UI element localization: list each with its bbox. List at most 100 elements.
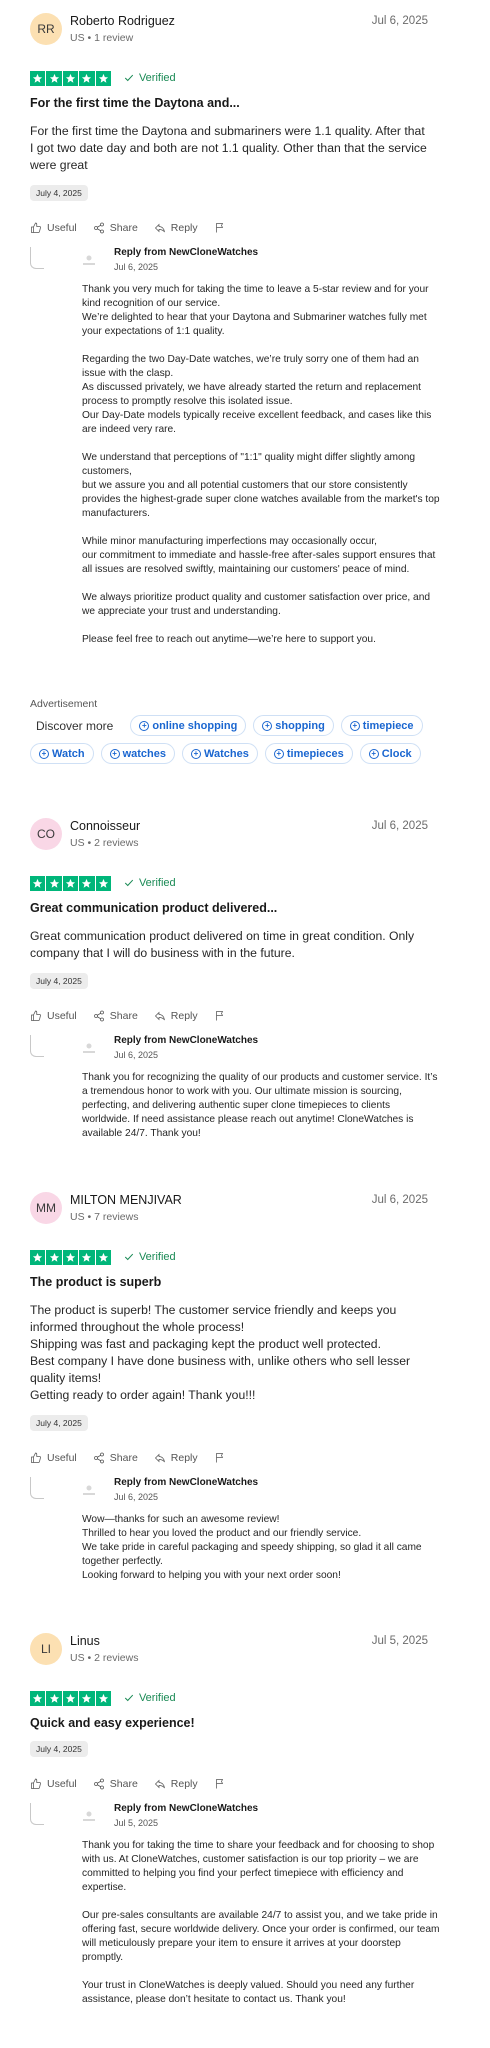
reply-connector	[30, 1803, 44, 1825]
author-meta: US • 1 review	[70, 32, 134, 44]
review-body: The product is superb! The customer serv…	[30, 1303, 411, 1402]
verified-badge[interactable]: Verified	[124, 72, 176, 84]
reply-button[interactable]: Reply	[154, 1778, 198, 1790]
verified-badge[interactable]: Verified	[124, 1251, 176, 1263]
thumbs-up-icon	[31, 222, 41, 233]
star-icon	[79, 1249, 95, 1265]
star-icon	[95, 1249, 111, 1265]
experience-date: July 4, 2025	[30, 1741, 88, 1757]
company-reply: Reply from NewCloneWatches Jul 5, 2025 T…	[30, 1803, 439, 2007]
reply-button[interactable]: Reply	[154, 1010, 198, 1022]
author-name[interactable]: Linus	[70, 1634, 100, 1648]
ad-chip[interactable]: + Watch	[30, 743, 94, 764]
flag-icon	[215, 1453, 223, 1463]
reply-icon	[154, 223, 165, 233]
author-meta: US • 2 reviews	[70, 1652, 139, 1664]
check-icon	[124, 1253, 134, 1261]
review-title[interactable]: Great communication product delivered...	[30, 901, 428, 915]
plus-circle-icon: +	[139, 720, 150, 731]
star-icon	[30, 1249, 46, 1265]
author-meta: US • 7 reviews	[70, 1211, 139, 1223]
ad-chip[interactable]: + watches	[100, 743, 176, 764]
chip-label: Clock	[381, 747, 412, 760]
ad-chip[interactable]: + shopping	[253, 715, 334, 736]
reply-from: Reply from NewCloneWatches	[114, 1803, 259, 1814]
star-icon	[30, 70, 46, 86]
share-button[interactable]: Share	[93, 1452, 138, 1464]
review-body: Great communication product delivered on…	[30, 929, 415, 960]
avatar[interactable]: MM	[30, 1192, 62, 1224]
verified-badge[interactable]: Verified	[124, 877, 176, 889]
review-title[interactable]: Quick and easy experience!	[30, 1716, 428, 1730]
flag-button[interactable]	[214, 1778, 226, 1790]
share-button[interactable]: Share	[93, 222, 138, 234]
useful-button[interactable]: Useful	[30, 1010, 77, 1022]
share-icon	[93, 1010, 104, 1022]
share-label: Share	[109, 1778, 138, 1790]
useful-label: Useful	[47, 1010, 77, 1022]
share-icon	[93, 222, 104, 234]
avatar[interactable]: LI	[30, 1633, 62, 1665]
verified-badge[interactable]: Verified	[124, 1692, 176, 1704]
reply-from: Reply from NewCloneWatches	[114, 1035, 259, 1046]
flag-button[interactable]	[214, 1452, 226, 1464]
review-date: Jul 6, 2025	[371, 820, 428, 832]
star-icon	[46, 1249, 62, 1265]
reply-date: Jul 6, 2025	[114, 1492, 159, 1502]
avatar[interactable]: RR	[30, 13, 62, 45]
avatar-initials: RR	[37, 22, 55, 36]
review-card: MM MILTON MENJIVAR US • 7 reviews Jul 6,…	[30, 1192, 428, 1583]
company-reply: Reply from NewCloneWatches Jul 6, 2025 W…	[30, 1477, 428, 1583]
reply-connector	[30, 247, 44, 269]
reply-text: Wow—thanks for such an awesome review! T…	[82, 1514, 422, 1581]
star-rating	[30, 70, 111, 86]
plus-circle-icon: +	[368, 748, 379, 759]
review-title[interactable]: The product is superb	[30, 1275, 428, 1289]
star-icon	[95, 70, 111, 86]
experience-date: July 4, 2025	[30, 973, 88, 989]
author-name[interactable]: MILTON MENJIVAR	[70, 1193, 182, 1207]
star-icon	[46, 1690, 62, 1706]
reply-icon	[154, 1779, 165, 1789]
ad-chip[interactable]: + online shopping	[130, 715, 247, 736]
useful-button[interactable]: Useful	[30, 1778, 77, 1790]
reply-button[interactable]: Reply	[154, 1452, 198, 1464]
reply-label: Reply	[170, 1778, 198, 1790]
review-title[interactable]: For the first time the Daytona and...	[30, 96, 428, 110]
chip-label: watches	[122, 747, 167, 760]
author-name[interactable]: Roberto Rodriguez	[70, 14, 175, 28]
useful-button[interactable]: Useful	[30, 1452, 77, 1464]
reviews-page: RR Roberto Rodriguez US • 1 review Jul 6…	[0, 0, 490, 2048]
star-icon	[30, 1690, 46, 1706]
flag-button[interactable]	[214, 1010, 226, 1022]
share-button[interactable]: Share	[93, 1010, 138, 1022]
star-icon	[62, 1690, 79, 1706]
reply-text: Thank you for recognizing the quality of…	[82, 1072, 438, 1139]
chip-label: Watches	[204, 747, 249, 760]
chip-label: Watch	[52, 747, 85, 760]
thumbs-up-icon	[31, 1778, 41, 1789]
ad-chip[interactable]: + Watches	[182, 743, 258, 764]
reply-text: Thank you for taking the time to share y…	[82, 1840, 440, 2005]
star-rating	[30, 1690, 111, 1706]
flag-button[interactable]	[214, 222, 226, 234]
star-icon	[62, 875, 79, 891]
review-card: LI Linus US • 2 reviews Jul 5, 2025 Veri…	[30, 1633, 439, 2007]
reply-button[interactable]: Reply	[154, 222, 198, 234]
useful-button[interactable]: Useful	[30, 222, 77, 234]
share-button[interactable]: Share	[93, 1778, 138, 1790]
ad-chip[interactable]: + Clock	[359, 743, 421, 764]
share-icon	[93, 1452, 104, 1464]
avatar[interactable]: CO	[30, 818, 62, 850]
chip-label: shopping	[275, 719, 325, 732]
company-logo-icon	[83, 1811, 95, 1821]
author-name[interactable]: Connoisseur	[70, 819, 140, 833]
star-icon	[46, 875, 62, 891]
ad-chip[interactable]: + timepieces	[264, 743, 353, 764]
thumbs-up-icon	[31, 1010, 41, 1021]
reply-label: Reply	[170, 222, 198, 234]
company-logo-icon	[83, 255, 95, 265]
ad-chip[interactable]: + timepiece	[340, 715, 423, 736]
useful-label: Useful	[47, 222, 77, 234]
reply-connector	[30, 1477, 44, 1499]
